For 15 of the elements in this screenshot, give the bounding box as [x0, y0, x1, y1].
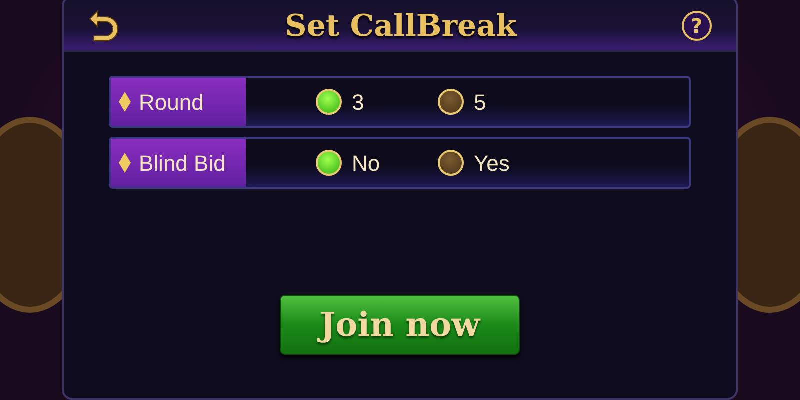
- option-label: 3: [352, 88, 364, 116]
- option-label: 5: [474, 88, 486, 116]
- option-label: Yes: [474, 150, 510, 178]
- radio-button[interactable]: [438, 89, 464, 115]
- option-label: No: [352, 150, 380, 178]
- setting-label: Round: [139, 88, 204, 116]
- diamond-icon: [119, 153, 131, 173]
- radio-button[interactable]: [438, 150, 464, 176]
- setting-label: Blind Bid: [139, 150, 226, 178]
- back-icon[interactable]: [88, 9, 120, 43]
- diamond-icon: [119, 92, 131, 112]
- radio-button[interactable]: [316, 89, 342, 115]
- help-button[interactable]: ?: [682, 11, 712, 41]
- radio-button[interactable]: [316, 150, 342, 176]
- dialog-title: Set CallBreak: [285, 8, 517, 46]
